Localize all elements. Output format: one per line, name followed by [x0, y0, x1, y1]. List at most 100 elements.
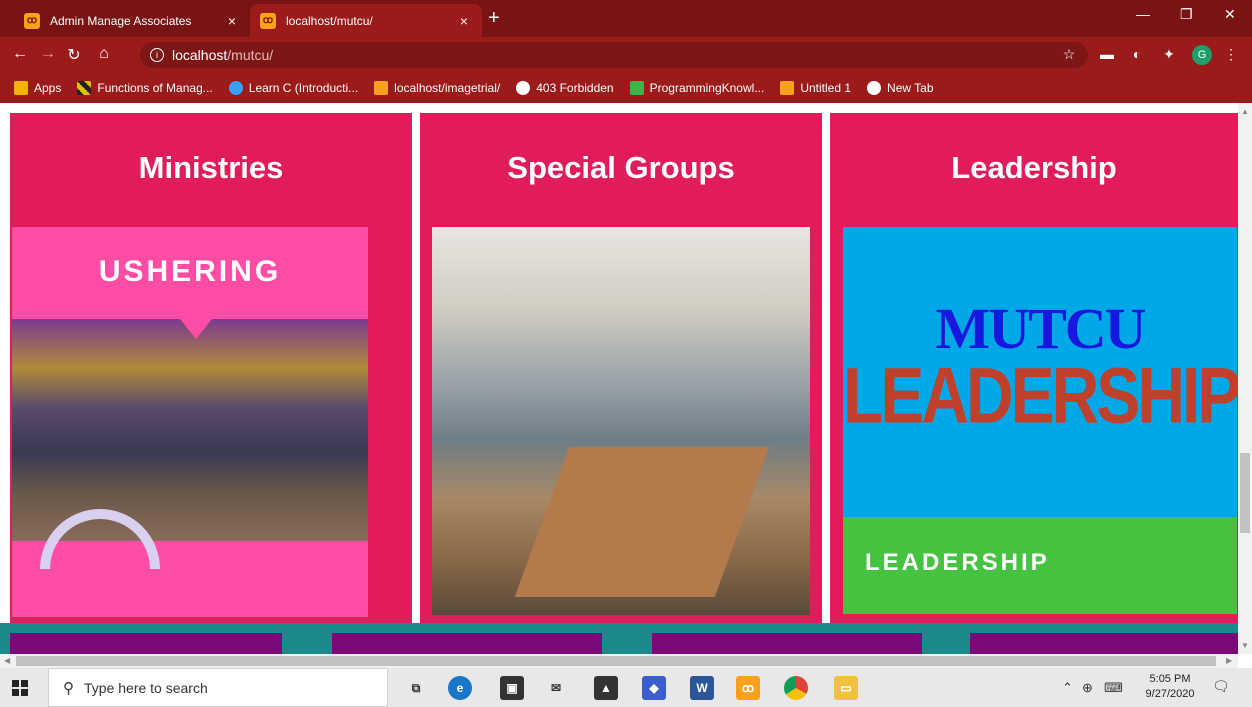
horizontal-scrollbar[interactable]: ◀ ▶: [0, 654, 1238, 668]
bookmark-label: Apps: [34, 81, 62, 95]
leadership-image[interactable]: MUTCU LEADERSHIP LEADERSHIP: [843, 227, 1238, 614]
purple-block: [10, 633, 282, 654]
bookmark-label: Learn C (Introducti...: [248, 81, 359, 95]
close-tab-icon[interactable]: ×: [456, 13, 472, 29]
tab-strip: ꝏ Admin Manage Associates × ꝏ localhost/…: [0, 0, 1252, 37]
network-globe-icon[interactable]: ⊕: [1082, 680, 1093, 696]
notifications-icon[interactable]: 🗨: [1212, 678, 1232, 698]
address-bar[interactable]: i localhost /mutcu/: [140, 42, 1088, 68]
scroll-right-icon[interactable]: ▶: [1226, 656, 1232, 665]
keyboard-icon[interactable]: ⌨: [1104, 680, 1123, 696]
bookmark-label: ProgrammingKnowl...: [649, 81, 765, 95]
clock-time: 5:05 PM: [1149, 673, 1191, 685]
photos-icon[interactable]: ▲: [594, 676, 618, 700]
restore-icon[interactable]: ❐: [1180, 6, 1193, 23]
purple-block: [652, 633, 922, 654]
banner-notch: [180, 319, 212, 339]
menu-kebab-icon[interactable]: ⋮: [1222, 46, 1240, 63]
balloon-arch: [40, 509, 160, 569]
word-icon[interactable]: W: [690, 676, 714, 700]
bookmark-learn-c[interactable]: Learn C (Introducti...: [228, 81, 359, 95]
tab-admin-manage-associates[interactable]: ꝏ Admin Manage Associates ×: [14, 4, 250, 37]
bookmark-programming-knowledge[interactable]: ProgrammingKnowl...: [629, 81, 765, 95]
xampp-icon: ꝏ: [24, 12, 40, 29]
globe-icon: [867, 81, 882, 95]
bookmark-star-icon[interactable]: ☆: [1060, 46, 1078, 63]
vertical-scrollbar[interactable]: ▲ ▼: [1238, 103, 1252, 654]
extension-icon[interactable]: ▬: [1098, 46, 1116, 62]
info-icon[interactable]: i: [150, 48, 164, 62]
scroll-up-icon[interactable]: ▲: [1241, 107, 1249, 116]
scroll-down-icon[interactable]: ▼: [1241, 641, 1249, 650]
ushering-photo: [12, 319, 368, 569]
leader-bottom-text: LEADERSHIP: [865, 549, 1050, 576]
bookmark-functions-of-management[interactable]: Functions of Manag...: [77, 81, 213, 95]
scroll-left-icon[interactable]: ◀: [4, 656, 10, 665]
reload-icon[interactable]: ↻: [64, 45, 84, 65]
browser-toolbar: ← → ↻ ⌂ i localhost /mutcu/ ☆ ▬ ◐ ✦ ⋮: [0, 37, 1252, 73]
xampp-icon[interactable]: ꝏ: [736, 676, 760, 700]
file-explorer-icon[interactable]: ▭: [834, 676, 858, 700]
new-tab-button[interactable]: +: [488, 8, 500, 28]
window-close-icon[interactable]: ✕: [1224, 6, 1236, 23]
tab-title: Admin Manage Associates: [50, 13, 192, 28]
ushering-image[interactable]: USHERING: [12, 227, 368, 617]
learn-c-icon: [228, 81, 243, 95]
bookmark-label: New Tab: [887, 81, 934, 95]
url-path: /mutcu/: [227, 47, 274, 63]
bookmark-label: localhost/imagetrial/: [394, 81, 501, 95]
bookmark-label: Functions of Manag...: [97, 81, 213, 95]
card-heading: Ministries: [138, 150, 284, 185]
home-icon[interactable]: ⌂: [94, 45, 114, 63]
close-tab-icon[interactable]: ×: [224, 13, 240, 29]
windows-start-icon[interactable]: [12, 680, 28, 696]
windows-taskbar: ⚲ Type here to search ⧉ e ▣ ✉ ▲ ◆ W ꝏ ▭ …: [0, 668, 1252, 707]
card-heading: Leadership: [951, 150, 1117, 185]
purple-block: [970, 633, 1238, 654]
vertical-scroll-thumb[interactable]: [1240, 453, 1250, 533]
bookmark-new-tab[interactable]: New Tab: [867, 81, 934, 95]
taskbar-search-input[interactable]: ⚲ Type here to search: [48, 668, 388, 707]
page-content: Ministries Special Groups Leadership USH…: [0, 103, 1238, 654]
globe-icon: [516, 81, 531, 95]
bookmark-label: Untitled 1: [800, 81, 852, 95]
forward-icon[interactable]: →: [38, 45, 58, 63]
extension-icon[interactable]: ◐: [1128, 46, 1146, 62]
minimize-icon[interactable]: —: [1136, 6, 1150, 22]
mail-icon[interactable]: ✉: [544, 676, 568, 700]
store-icon[interactable]: ▣: [500, 676, 524, 700]
stripe-icon: [77, 81, 92, 95]
xampp-icon: [780, 81, 795, 95]
system-clock[interactable]: 5:05 PM 9/27/2020: [1140, 672, 1200, 702]
apps-grid-icon: [14, 81, 28, 95]
show-hidden-icons-icon[interactable]: ⌃: [1062, 680, 1073, 696]
card-heading: Special Groups: [507, 150, 735, 185]
bookmarks-bar: Apps Functions of Manag... Learn C (Intr…: [0, 73, 1252, 103]
xampp-icon: ꝏ: [260, 12, 276, 29]
ushering-title: USHERING: [98, 255, 282, 288]
conference-table: [514, 447, 770, 597]
xampp-icon: [374, 81, 389, 95]
blue-app-icon[interactable]: ◆: [642, 676, 666, 700]
back-icon[interactable]: ←: [10, 45, 30, 63]
bookmark-apps[interactable]: Apps: [14, 81, 61, 95]
clock-date: 9/27/2020: [1145, 688, 1195, 700]
extensions-puzzle-icon[interactable]: ✦: [1160, 46, 1178, 63]
bookmark-label: 403 Forbidden: [536, 81, 614, 95]
profile-avatar[interactable]: G: [1192, 45, 1212, 65]
search-placeholder: Type here to search: [84, 679, 208, 696]
tab-localhost-mutcu[interactable]: ꝏ localhost/mutcu/ ×: [250, 4, 482, 37]
bookmark-imagetrial[interactable]: localhost/imagetrial/: [374, 81, 500, 95]
task-view-icon[interactable]: ⧉: [404, 676, 428, 700]
url-host: localhost: [172, 47, 228, 63]
purple-block: [332, 633, 602, 654]
meeting-photo[interactable]: [432, 227, 810, 615]
edge-icon[interactable]: e: [448, 676, 472, 700]
bookmark-403-forbidden[interactable]: 403 Forbidden: [516, 81, 614, 95]
chrome-icon[interactable]: [784, 676, 808, 700]
programming-icon: [629, 81, 644, 95]
tab-title: localhost/mutcu/: [286, 13, 373, 28]
bookmark-untitled-1[interactable]: Untitled 1: [780, 81, 851, 95]
search-icon: ⚲: [63, 679, 74, 697]
horizontal-scroll-thumb[interactable]: [16, 656, 1216, 666]
